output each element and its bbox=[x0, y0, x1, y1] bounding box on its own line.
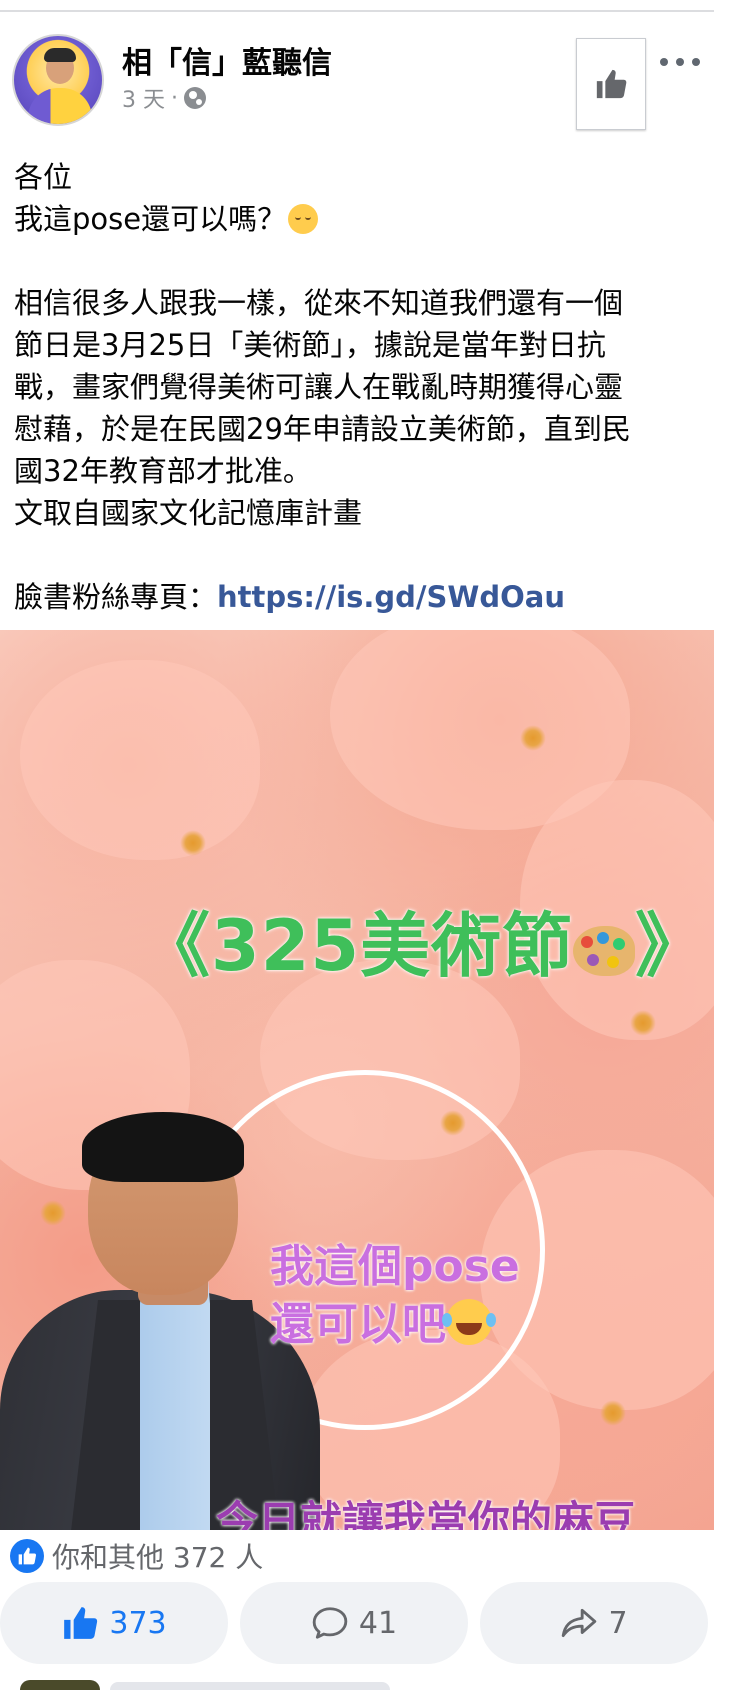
paint-dot bbox=[581, 936, 594, 948]
post-line: 慰藉，於是在民國29年申請設立美術節，直到民 bbox=[14, 412, 631, 446]
post-line: 節日是3月25日「美術節」，據說是當年對日抗 bbox=[14, 328, 606, 362]
more-dot bbox=[676, 58, 684, 66]
post-image[interactable]: 《325美術節》 我這個pose 還可以吧 今日就讓我當你的麻豆 bbox=[0, 630, 714, 1530]
paint-dot bbox=[607, 956, 620, 968]
like-reaction-icon bbox=[10, 1539, 44, 1573]
comment-icon bbox=[312, 1607, 348, 1639]
globe-icon bbox=[184, 87, 206, 109]
artist-palette-icon bbox=[573, 926, 636, 976]
flower-stamen bbox=[520, 725, 546, 751]
image-caption-line1: 我這個pose bbox=[270, 1241, 520, 1292]
post-time[interactable]: 3 天 bbox=[122, 82, 165, 114]
flower-stamen bbox=[600, 1400, 626, 1426]
reaction-summary-text: 你和其他 372 人 bbox=[52, 1541, 264, 1574]
share-count: 7 bbox=[608, 1605, 628, 1641]
next-post-comment-box bbox=[110, 1682, 390, 1690]
image-title: 《325美術節》 bbox=[140, 890, 705, 991]
tears-of-joy-emoji-icon bbox=[442, 1299, 492, 1345]
paint-dot bbox=[597, 932, 610, 944]
share-button[interactable]: 7 bbox=[480, 1582, 708, 1664]
avatar-hair bbox=[44, 48, 76, 62]
like-button[interactable]: 373 bbox=[0, 1582, 228, 1664]
post-line: 國32年教育部才批准。 bbox=[14, 454, 312, 488]
thumbs-up-icon bbox=[18, 1547, 37, 1565]
next-post-avatar bbox=[20, 1680, 100, 1690]
like-count: 373 bbox=[109, 1605, 167, 1641]
meta-separator: · bbox=[171, 85, 178, 111]
comment-button[interactable]: 41 bbox=[240, 1582, 468, 1664]
post-actions: 373 41 7 bbox=[0, 1582, 754, 1664]
post-line: 戰，畫家們覺得美術可讓人在戰亂時期獲得心靈 bbox=[14, 370, 624, 404]
post-line: 我這pose還可以嗎？ bbox=[14, 198, 704, 240]
post-link-line: 臉書粉絲專頁：https://is.gd/SWdOau bbox=[14, 576, 704, 618]
post-line: 相信很多人跟我一樣，從來不知道我們還有一個 bbox=[14, 286, 624, 320]
person-hair bbox=[82, 1112, 244, 1182]
author-name[interactable]: 相「信」藍聽信 bbox=[122, 38, 332, 82]
image-title-text: 《325美術節 bbox=[140, 905, 574, 987]
paint-dot bbox=[587, 954, 600, 966]
top-divider bbox=[0, 10, 714, 12]
flower-petal bbox=[20, 660, 260, 860]
share-icon bbox=[562, 1608, 597, 1638]
image-title-close: 》 bbox=[635, 905, 707, 987]
post-meta: 3 天 · bbox=[122, 82, 206, 114]
thumbs-up-icon bbox=[596, 69, 627, 99]
image-caption-line2-text: 還可以吧 bbox=[270, 1299, 446, 1350]
comment-count: 41 bbox=[358, 1605, 398, 1641]
reaction-summary[interactable]: 你和其他 372 人 bbox=[10, 1536, 263, 1576]
post-body: 各位 我這pose還可以嗎？ 相信很多人跟我一樣，從來不知道我們還有一個 節日是… bbox=[14, 156, 704, 618]
relieved-face-emoji-icon bbox=[288, 204, 319, 234]
author-avatar[interactable] bbox=[12, 34, 104, 126]
post-line-text: 我這pose還可以嗎？ bbox=[14, 202, 287, 236]
more-dot bbox=[660, 58, 668, 66]
image-caption-line2: 還可以吧 bbox=[270, 1296, 610, 1354]
paint-dot bbox=[613, 938, 626, 950]
post-line: 文取自國家文化記憶庫計畫 bbox=[14, 496, 363, 530]
post-line: 各位 bbox=[14, 160, 73, 194]
more-dot bbox=[692, 58, 700, 66]
image-caption: 我這個pose 還可以吧 bbox=[270, 1238, 610, 1354]
link-prefix: 臉書粉絲專頁： bbox=[14, 580, 218, 614]
fanpage-link[interactable]: https://is.gd/SWdOau bbox=[217, 580, 565, 614]
avatar-shirt bbox=[28, 88, 92, 124]
like-page-button[interactable] bbox=[576, 38, 646, 130]
flower-stamen bbox=[180, 830, 206, 856]
flower-stamen bbox=[630, 1010, 656, 1036]
image-bottom-text: 今日就讓我當你的麻豆 bbox=[216, 1497, 637, 1530]
thumbs-up-icon bbox=[64, 1607, 98, 1639]
more-options-button[interactable] bbox=[660, 50, 700, 74]
